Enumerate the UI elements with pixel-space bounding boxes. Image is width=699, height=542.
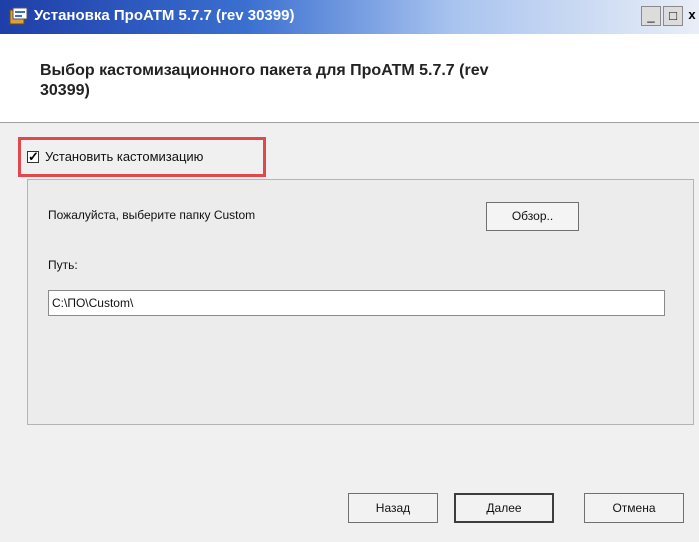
close-button[interactable]: x bbox=[685, 6, 699, 26]
folder-prompt-text: Пожалуйста, выберите папку Custom bbox=[48, 208, 256, 222]
installer-app-icon bbox=[9, 7, 28, 25]
minimize-button[interactable]: _ bbox=[641, 6, 661, 26]
title-bar: Установка ПроATM 5.7.7 (rev 30399) _ □ x bbox=[0, 0, 699, 34]
next-button[interactable]: Далее bbox=[454, 493, 554, 523]
custom-folder-group: Пожалуйста, выберите папку Custom Обзор.… bbox=[27, 179, 694, 425]
path-label: Путь: bbox=[48, 258, 78, 272]
wizard-header: Выбор кастомизационного пакета для ПроAT… bbox=[0, 34, 699, 123]
window-controls: _ □ x bbox=[639, 6, 699, 26]
install-customization-label[interactable]: Установить кастомизацию bbox=[45, 149, 203, 164]
browse-button[interactable]: Обзор.. bbox=[486, 202, 579, 231]
path-input[interactable] bbox=[48, 290, 665, 316]
maximize-button[interactable]: □ bbox=[663, 6, 683, 26]
page-title: Выбор кастомизационного пакета для ПроAT… bbox=[40, 62, 489, 99]
cancel-button[interactable]: Отмена bbox=[584, 493, 684, 523]
window-title: Установка ПроATM 5.7.7 (rev 30399) bbox=[34, 7, 295, 24]
install-customization-highlight: ✓ Установить кастомизацию bbox=[18, 137, 266, 177]
install-customization-checkbox[interactable]: ✓ bbox=[27, 150, 39, 163]
back-button[interactable]: Назад bbox=[348, 493, 438, 523]
